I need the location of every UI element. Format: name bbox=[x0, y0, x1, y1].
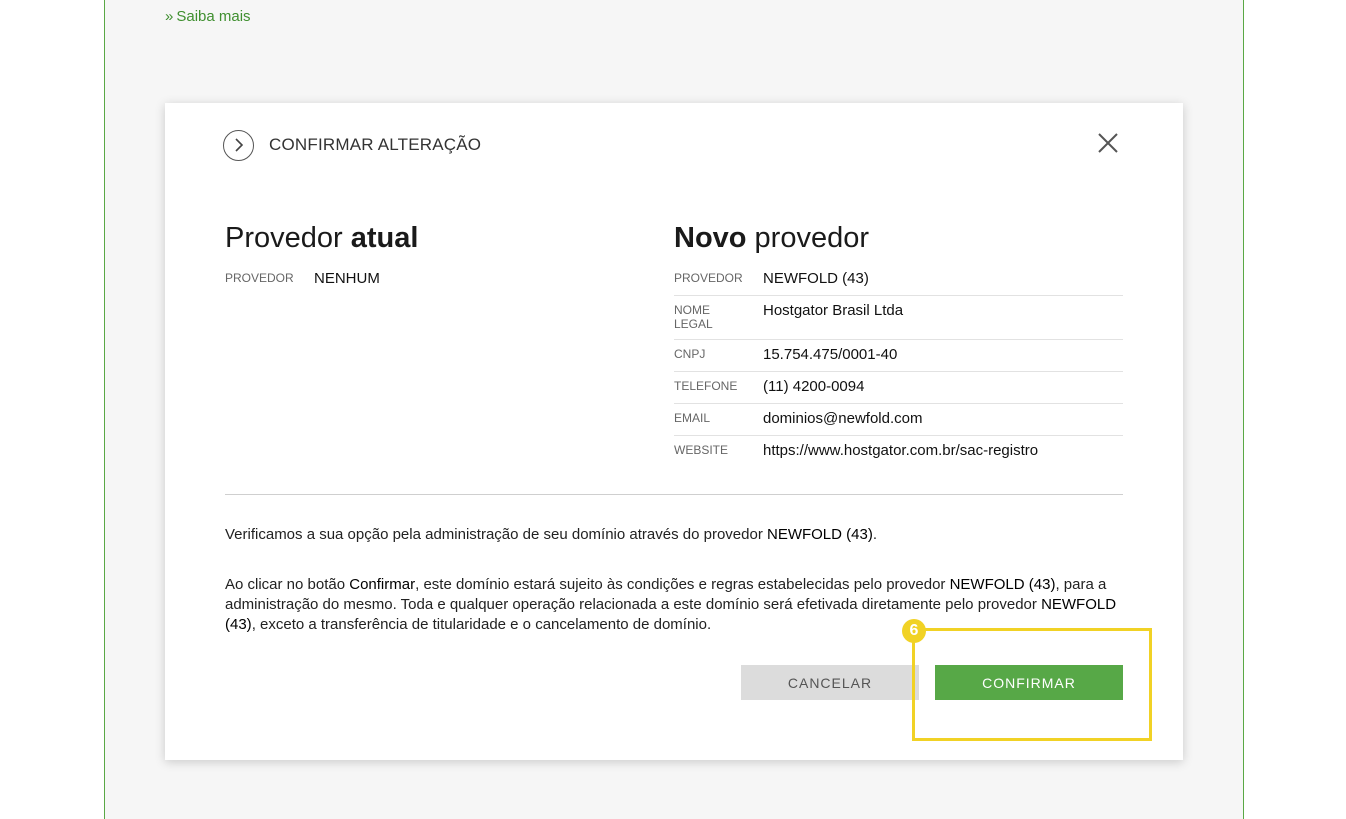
modal-header: CONFIRMAR ALTERAÇÃO bbox=[223, 128, 481, 162]
saiba-mais-prefix: » bbox=[165, 8, 174, 25]
row-value: Hostgator Brasil Ltda bbox=[763, 301, 904, 319]
row-value: https://www.hostgator.com.br/sac-registr… bbox=[763, 441, 1039, 459]
step-number-badge: 6 bbox=[902, 619, 926, 643]
row-value: NEWFOLD (43) bbox=[763, 269, 869, 287]
new-provider-row-cnpj: CNPJ 15.754.475/0001-40 bbox=[674, 340, 1123, 372]
current-provider-row: PROVEDOR NENHUM bbox=[225, 264, 625, 295]
row-value: dominios@newfold.com bbox=[763, 409, 923, 427]
new-provider-section: Novo provedor PROVEDOR NEWFOLD (43) NOME… bbox=[674, 222, 1123, 467]
row-value: 15.754.475/0001-40 bbox=[763, 345, 898, 363]
terms-provider-1: NEWFOLD (43) bbox=[949, 576, 1056, 593]
close-icon[interactable] bbox=[1095, 130, 1121, 156]
row-value: NENHUM bbox=[314, 269, 380, 287]
verification-text-end: . bbox=[872, 526, 877, 543]
terms-text-4: , exceto a transferência de titularidade… bbox=[251, 616, 712, 633]
new-provider-row-website: WEBSITE https://www.hostgator.com.br/sac… bbox=[674, 436, 1123, 467]
row-label: CNPJ bbox=[674, 346, 706, 361]
step-highlight-box bbox=[912, 628, 1152, 741]
terms-text: Ao clicar no botão Confirmar, este domín… bbox=[225, 575, 1130, 635]
row-label: PROVEDOR bbox=[674, 270, 743, 285]
row-label: TELEFONE bbox=[674, 378, 738, 393]
row-value: (11) 4200-0094 bbox=[763, 377, 865, 395]
new-provider-row-provedor: PROVEDOR NEWFOLD (43) bbox=[674, 264, 1123, 296]
row-label: NOME LEGAL bbox=[674, 302, 713, 331]
saiba-mais-label: Saiba mais bbox=[176, 8, 251, 25]
current-provider-section: Provedor atual PROVEDOR NENHUM bbox=[225, 222, 625, 295]
row-label: PROVEDOR bbox=[225, 270, 294, 285]
current-provider-heading: Provedor atual bbox=[225, 222, 625, 255]
verification-provider: NEWFOLD (43) bbox=[766, 526, 873, 543]
new-provider-heading-bold: Novo bbox=[674, 222, 747, 254]
section-divider bbox=[225, 494, 1123, 495]
new-provider-heading-light: provedor bbox=[746, 222, 870, 254]
terms-confirm-word: Confirmar bbox=[349, 576, 416, 593]
cancel-button[interactable]: CANCELAR bbox=[741, 665, 919, 700]
current-provider-heading-bold: atual bbox=[350, 222, 419, 254]
saiba-mais-link[interactable]: » Saiba mais bbox=[165, 8, 251, 25]
terms-text-2: , este domínio estará sujeito às condiçõ… bbox=[415, 576, 950, 593]
row-label: WEBSITE bbox=[674, 442, 729, 457]
new-provider-row-email: EMAIL dominios@newfold.com bbox=[674, 404, 1123, 436]
current-provider-heading-light: Provedor bbox=[225, 222, 351, 254]
verification-text-body: Verificamos a sua opção pela administraç… bbox=[225, 526, 767, 543]
chevron-right-circle-icon bbox=[223, 129, 254, 161]
modal-title: CONFIRMAR ALTERAÇÃO bbox=[269, 135, 482, 154]
new-provider-row-nome-legal: NOME LEGAL Hostgator Brasil Ltda bbox=[674, 296, 1123, 340]
verification-text: Verificamos a sua opção pela administraç… bbox=[225, 525, 1125, 545]
terms-text-1: Ao clicar no botão bbox=[225, 576, 350, 593]
new-provider-row-telefone: TELEFONE (11) 4200-0094 bbox=[674, 372, 1123, 404]
new-provider-heading: Novo provedor bbox=[674, 222, 1123, 255]
row-label: EMAIL bbox=[674, 410, 711, 425]
